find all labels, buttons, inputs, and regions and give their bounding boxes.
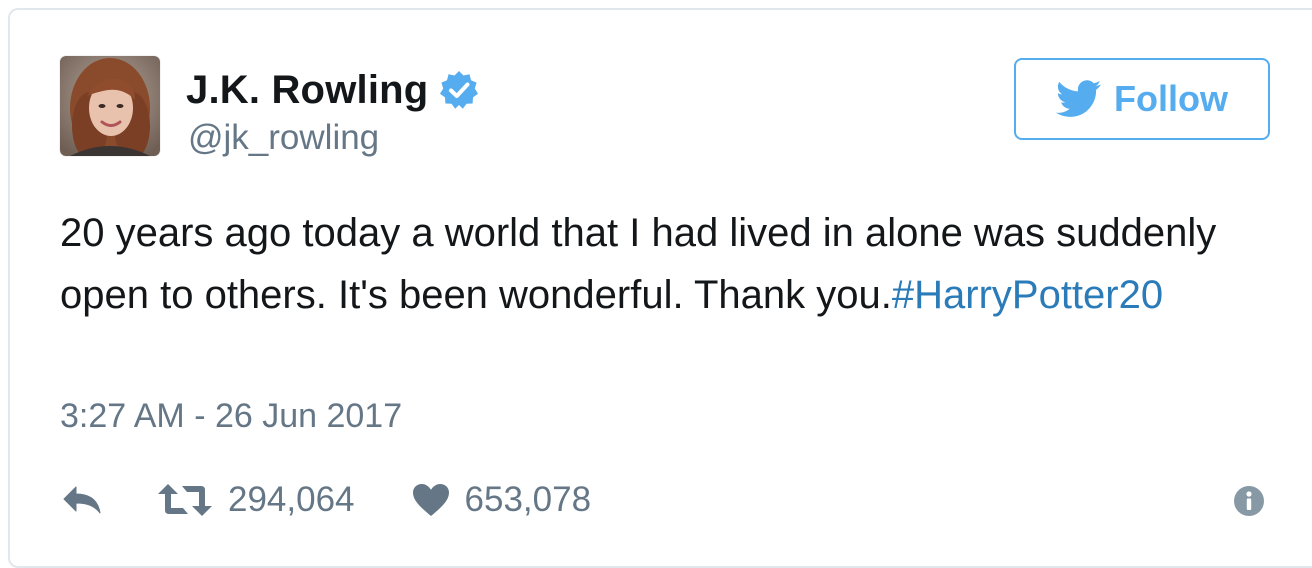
heart-icon — [412, 484, 449, 516]
retweet-icon — [158, 484, 212, 516]
tweet-text: 20 years ago today a world that I had li… — [60, 202, 1260, 326]
follow-button[interactable]: Follow — [1014, 58, 1270, 140]
like-count: 653,078 — [464, 480, 592, 519]
avatar-photo-icon — [60, 56, 160, 156]
author-handle[interactable]: @jk_rowling — [188, 116, 379, 160]
verified-badge-icon — [438, 69, 480, 111]
author-display-name[interactable]: J.K. Rowling — [186, 66, 428, 114]
info-icon[interactable] — [1232, 484, 1266, 518]
tweet-actions: 294,064 653,078 — [60, 472, 591, 528]
reply-button[interactable] — [60, 483, 104, 517]
like-button[interactable]: 653,078 — [411, 480, 592, 520]
follow-button-label: Follow — [1114, 78, 1228, 119]
reply-icon — [63, 486, 101, 514]
retweet-button[interactable]: 294,064 — [156, 480, 355, 520]
retweet-count: 294,064 — [228, 480, 355, 519]
twitter-bird-icon — [1056, 80, 1102, 118]
tweet-timestamp[interactable]: 3:27 AM - 26 Jun 2017 — [60, 394, 402, 438]
author-name-row: J.K. Rowling — [186, 66, 480, 114]
hashtag-link[interactable]: #HarryPotter20 — [892, 273, 1163, 317]
avatar[interactable] — [60, 56, 160, 156]
